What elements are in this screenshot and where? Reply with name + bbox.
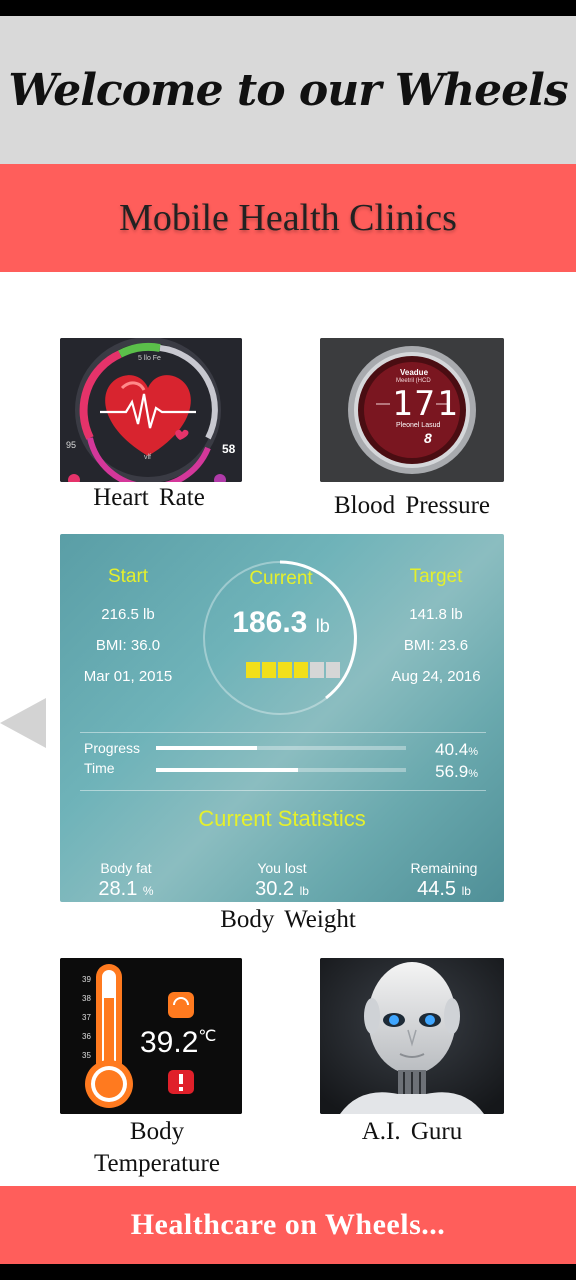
temperature-value: 39.2 bbox=[140, 1026, 199, 1059]
current-weight-value: 186.3 bbox=[232, 606, 308, 639]
progress-bar bbox=[156, 746, 406, 750]
start-label: Start bbox=[107, 566, 149, 587]
subheader-banner: Mobile Health Clinics bbox=[0, 164, 576, 272]
stat-remaining-unit: lb bbox=[461, 884, 471, 898]
stats-title: Current Statistics bbox=[198, 806, 366, 831]
heart-rate-tile[interactable]: 5 llo Fe 95 vlf 58 bbox=[60, 338, 242, 482]
body-temperature-caption: Body Temperature bbox=[60, 1116, 254, 1180]
stat-body-fat-label: Body fat bbox=[100, 860, 152, 876]
time-label: Time bbox=[84, 760, 115, 776]
stat-remaining-number: 44.5 bbox=[417, 878, 457, 900]
target-column: Target 141.8 lb BMI: 23.6 Aug 24, 2016 bbox=[380, 566, 492, 699]
bp-top-label: Veadue bbox=[400, 368, 429, 377]
previous-arrow[interactable] bbox=[0, 698, 46, 748]
temperature-scale: 39 38 37 36 35 bbox=[82, 970, 91, 1065]
progress-square bbox=[278, 662, 292, 678]
heart-rate-side-value: 95 bbox=[66, 440, 77, 450]
footer-title: Healthcare on Wheels... bbox=[130, 1208, 446, 1241]
target-bmi: BMI: 23.6 bbox=[403, 637, 469, 654]
progress-square bbox=[310, 662, 324, 678]
progress-square bbox=[262, 662, 276, 678]
progress-value: 40.4% bbox=[435, 740, 478, 760]
scale-tick: 36 bbox=[82, 1032, 91, 1041]
target-weight: 141.8 lb bbox=[409, 606, 463, 623]
ai-guru-tile[interactable] bbox=[320, 958, 504, 1114]
body-weight-caption: Body Weight bbox=[220, 906, 356, 933]
stat-you-lost: You lost 30.2 lb bbox=[240, 860, 324, 901]
bp-bottom-label: Pleonel Lasud bbox=[396, 422, 441, 429]
stat-body-fat-unit: % bbox=[142, 884, 154, 898]
body-temperature-caption-line2: Temperature bbox=[94, 1150, 220, 1177]
body-weight-tile[interactable]: Start 216.5 lb BMI: 36.0 Mar 01, 2015 Cu… bbox=[60, 534, 504, 902]
scale-tick: 35 bbox=[82, 1051, 91, 1060]
start-weight: 216.5 lb bbox=[101, 606, 155, 623]
current-weight: 186.3 lb bbox=[210, 606, 352, 640]
start-bmi: BMI: 36.0 bbox=[95, 637, 161, 654]
robot-face-image bbox=[320, 958, 504, 1114]
target-date: Aug 24, 2016 bbox=[391, 668, 481, 685]
start-date: Mar 01, 2015 bbox=[83, 668, 173, 685]
blood-pressure-tile[interactable]: Veadue Meetril (HCD 171 Pleonel Lasud 8 bbox=[320, 338, 504, 482]
temperature-reading: 39.2℃ bbox=[140, 1026, 216, 1060]
start-column: Start 216.5 lb BMI: 36.0 Mar 01, 2015 bbox=[76, 566, 180, 699]
stat-body-fat-number: 28.1 bbox=[98, 878, 138, 900]
divider-mid bbox=[80, 790, 486, 791]
target-label: Target bbox=[409, 566, 463, 587]
stat-you-lost-number: 30.2 bbox=[255, 878, 295, 900]
progress-label: Progress bbox=[84, 740, 141, 756]
stat-you-lost-unit: lb bbox=[299, 884, 309, 898]
time-bar bbox=[156, 768, 406, 772]
scale-tick: 39 bbox=[82, 975, 91, 984]
stat-you-lost-value: 30.2 lb bbox=[240, 878, 324, 901]
time-bar-fill bbox=[156, 768, 299, 772]
bp-low-value: 8 bbox=[424, 430, 432, 446]
progress-square bbox=[294, 662, 308, 678]
stat-body-fat-value: 28.1 % bbox=[86, 878, 166, 901]
divider-top bbox=[80, 732, 486, 733]
body-temperature-caption-line1: Body bbox=[129, 1118, 185, 1145]
header-banner: Welcome to our Wheels bbox=[0, 16, 576, 164]
blood-pressure-caption: Blood Pressure bbox=[333, 492, 491, 519]
footer-banner: Healthcare on Wheels... bbox=[0, 1186, 576, 1264]
progress-square bbox=[326, 662, 340, 678]
body-temperature-tile[interactable]: 39 38 37 36 35 39.2℃ bbox=[60, 958, 242, 1114]
scale-tick: 38 bbox=[82, 994, 91, 1003]
page-subtitle: Mobile Health Clinics bbox=[119, 197, 457, 239]
progress-square bbox=[246, 662, 260, 678]
scale-tick: 37 bbox=[82, 1013, 91, 1022]
app-screen: Welcome to our Wheels Mobile Health Clin… bbox=[0, 16, 576, 1264]
ai-guru-caption: A.I. Guru bbox=[361, 1118, 463, 1145]
temperature-unit: ℃ bbox=[198, 1028, 217, 1045]
progress-number: 40.4 bbox=[435, 740, 469, 759]
heart-rate-reading: 58 bbox=[222, 442, 236, 456]
stat-remaining-label: Remaining bbox=[410, 860, 478, 876]
heart-rate-mid-label: 5 llo Fe bbox=[138, 355, 161, 362]
current-weight-unit: lb bbox=[315, 616, 330, 636]
time-number: 56.9 bbox=[435, 762, 469, 781]
heart-rate-low-label: vlf bbox=[144, 454, 151, 461]
progress-bar-fill bbox=[156, 746, 257, 750]
stat-you-lost-label: You lost bbox=[257, 860, 307, 876]
heart-rate-caption: Heart Rate bbox=[93, 484, 205, 511]
current-label: Current bbox=[249, 568, 313, 589]
time-value: 56.9% bbox=[435, 762, 478, 782]
stat-body-fat: Body fat 28.1 % bbox=[86, 860, 166, 901]
stat-remaining: Remaining 44.5 lb bbox=[396, 860, 492, 901]
bp-reading: 171 bbox=[392, 384, 460, 424]
stat-remaining-value: 44.5 lb bbox=[396, 878, 492, 901]
progress-unit: % bbox=[468, 746, 478, 758]
time-unit: % bbox=[468, 768, 478, 780]
progress-squares bbox=[246, 662, 340, 678]
page-title: Welcome to our Wheels bbox=[8, 64, 568, 116]
